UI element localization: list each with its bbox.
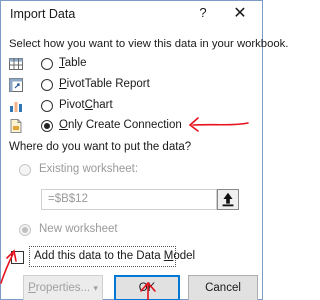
- option-only-create-connection[interactable]: Only Create Connection: [9, 118, 229, 136]
- cell-reference-input[interactable]: =$B$12: [41, 189, 217, 210]
- only-create-connection-label: Only Create Connection: [59, 119, 182, 131]
- title-bar: Import Data ? ✕: [1, 1, 262, 27]
- view-prompt: Select how you want to view this data in…: [9, 38, 289, 50]
- option-pivotchart[interactable]: PivotChart: [9, 98, 229, 116]
- dialog-title: Import Data: [10, 7, 76, 21]
- option-pivottable[interactable]: PivotTable Report: [9, 77, 229, 95]
- ok-button[interactable]: OK: [114, 275, 180, 300]
- data-model-label[interactable]: Add this data to the Data Model: [34, 250, 195, 262]
- only-create-connection-radio[interactable]: [41, 120, 53, 132]
- option-table[interactable]: Table: [9, 56, 229, 74]
- existing-worksheet-radio[interactable]: [19, 164, 31, 176]
- connection-icon: [10, 119, 22, 133]
- existing-worksheet-label: Existing worksheet:: [39, 163, 139, 175]
- import-data-dialog: Import Data ? ✕ Select how you want to v…: [0, 0, 288, 300]
- dropdown-arrow-icon: ▾: [93, 283, 98, 293]
- data-model-checkbox[interactable]: [11, 251, 24, 264]
- pivottable-radio[interactable]: [41, 79, 53, 91]
- new-worksheet-radio[interactable]: [19, 224, 31, 236]
- properties-button[interactable]: Properties... ▾: [23, 275, 103, 300]
- help-button[interactable]: ?: [195, 5, 211, 23]
- collapse-dialog-button[interactable]: [217, 189, 239, 210]
- pivottable-label: PivotTable Report: [59, 78, 150, 90]
- table-icon: [9, 58, 23, 70]
- new-worksheet-label: New worksheet: [39, 223, 118, 235]
- arrow-up-icon: [222, 192, 234, 207]
- cancel-button[interactable]: Cancel: [188, 275, 258, 300]
- pivotchart-icon: [10, 102, 22, 112]
- pivotchart-radio[interactable]: [41, 100, 53, 112]
- table-radio[interactable]: [41, 58, 53, 70]
- pivotchart-label: PivotChart: [59, 99, 113, 111]
- location-prompt: Where do you want to put the data?: [9, 141, 192, 153]
- table-label: Table: [59, 57, 87, 69]
- pivottable-icon: [9, 78, 23, 92]
- close-button[interactable]: ✕: [229, 3, 251, 25]
